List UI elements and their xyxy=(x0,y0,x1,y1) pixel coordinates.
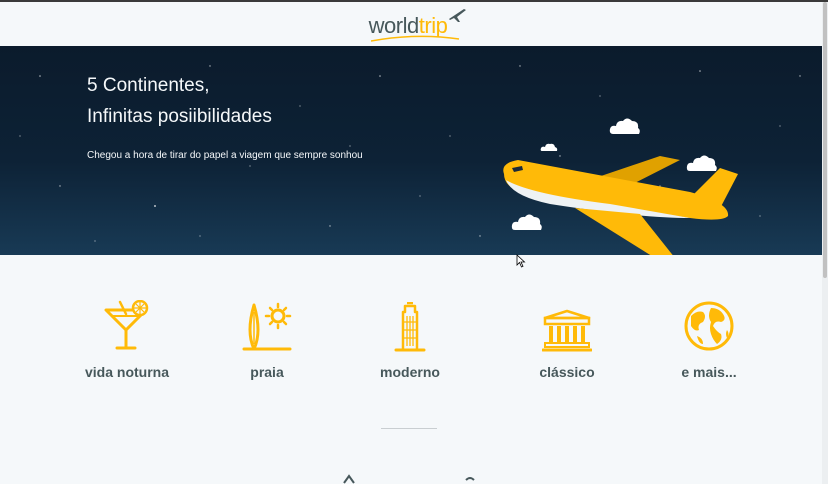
logo-swoosh-icon xyxy=(370,35,459,42)
cocktail-icon xyxy=(104,300,149,350)
airplane-illustration xyxy=(503,156,738,255)
hero-title-line1: 5 Continentes, xyxy=(87,75,210,96)
travel-type-classico[interactable]: clássico xyxy=(502,270,632,380)
travel-type-label: moderno xyxy=(380,364,440,380)
site-header: worldtrip xyxy=(0,2,822,46)
travel-type-vida-noturna[interactable]: vida noturna xyxy=(62,270,192,380)
hero-banner: 5 Continentes, Infinitas posiibilidades … xyxy=(0,46,822,255)
travel-type-label: praia xyxy=(250,364,284,380)
scrollbar-thumb[interactable] xyxy=(823,2,827,278)
hero-title: 5 Continentes, Infinitas posiibilidades xyxy=(87,70,387,132)
hero-title-line2: Infinitas posiibilidades xyxy=(87,106,272,127)
travel-type-label: clássico xyxy=(539,364,595,380)
surfboard-sun-icon xyxy=(242,302,292,351)
next-section-heading-cropped xyxy=(340,472,490,484)
skyscraper-icon xyxy=(394,302,426,352)
globe-icon xyxy=(684,301,734,351)
logo-airplane-icon xyxy=(449,9,467,22)
worldtrip-logo[interactable]: worldtrip xyxy=(369,9,467,42)
travel-types-section: vida noturna praia moderno clássico e ma… xyxy=(0,270,822,390)
travel-type-moderno[interactable]: moderno xyxy=(345,270,475,380)
section-divider xyxy=(381,428,437,429)
travel-type-label: e mais... xyxy=(681,364,737,380)
travel-type-label: vida noturna xyxy=(84,364,169,380)
cropped-heading-fragment xyxy=(343,474,475,484)
hero-subtitle: Chegou a hora de tirar do papel a viagem… xyxy=(87,150,363,161)
colosseum-icon xyxy=(542,309,592,352)
travel-type-praia[interactable]: praia xyxy=(202,270,332,380)
mouse-cursor-icon xyxy=(516,254,526,268)
scrollbar[interactable] xyxy=(822,2,828,484)
travel-type-e-mais[interactable]: e mais... xyxy=(644,270,774,380)
